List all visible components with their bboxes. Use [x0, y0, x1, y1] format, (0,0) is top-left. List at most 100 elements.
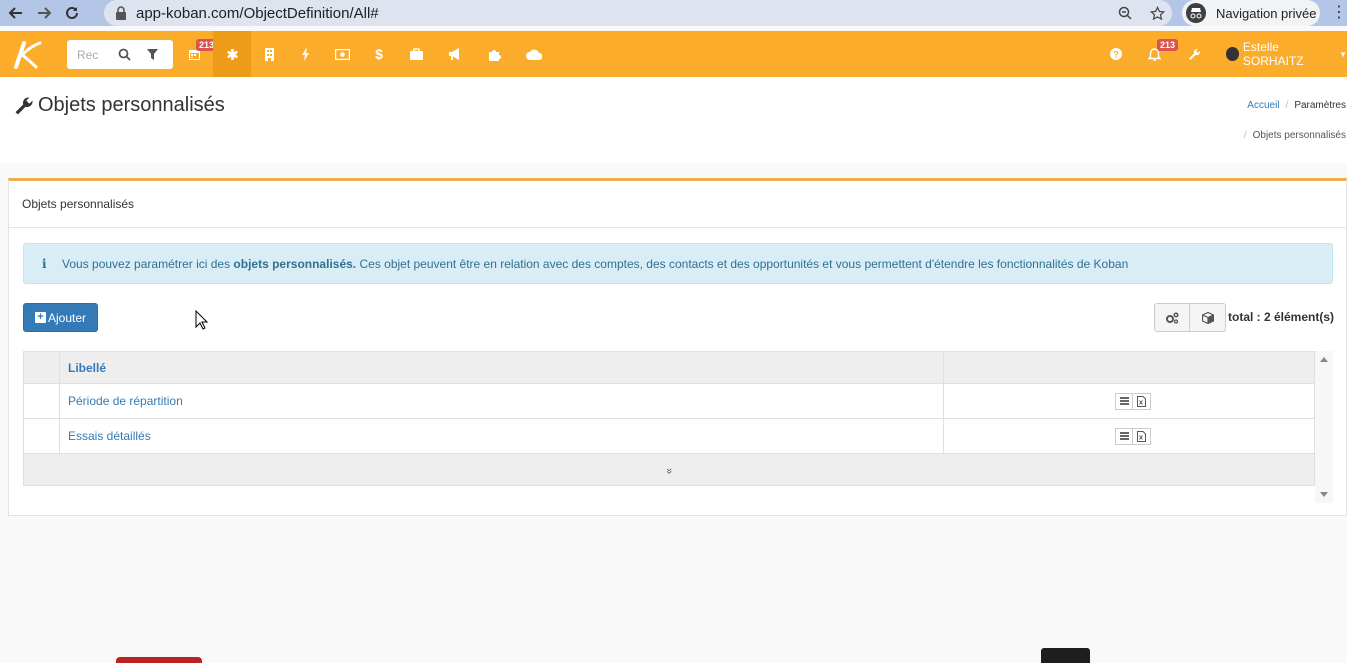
- megaphone-nav[interactable]: [437, 31, 473, 77]
- page-title-text: Objets personnalisés: [38, 94, 225, 116]
- table-scrollbar[interactable]: [1315, 351, 1333, 503]
- user-name: Estelle SORHAITZ: [1242, 40, 1304, 68]
- koban-logo[interactable]: [6, 37, 42, 71]
- panel-title: Objets personnalisés: [9, 181, 1346, 228]
- back-icon[interactable]: [4, 1, 28, 25]
- alert-text-pre: Vous pouvez paramétrer ici des: [62, 257, 234, 271]
- file-excel-icon: [1137, 430, 1146, 442]
- notifications-nav[interactable]: 213: [1136, 31, 1179, 77]
- file-excel-icon: [1137, 395, 1146, 407]
- excel-button[interactable]: [1133, 392, 1151, 410]
- calendar-nav[interactable]: 213: [176, 31, 218, 77]
- building-nav[interactable]: [251, 31, 287, 77]
- asterisk-icon: [226, 48, 238, 60]
- wrench-icon: [15, 96, 33, 114]
- forward-icon[interactable]: [32, 1, 56, 25]
- chevron-down-icon: ▼: [1339, 49, 1347, 59]
- taskbar-item[interactable]: [116, 657, 202, 663]
- filter-icon[interactable]: [141, 44, 163, 66]
- row-actions-cell: [943, 418, 1315, 454]
- add-button-label: Ajouter: [47, 310, 87, 325]
- building-icon: [264, 47, 274, 61]
- alert-text-post: Ces objet peuvent être en relation avec …: [356, 257, 1129, 271]
- export-button[interactable]: [1190, 303, 1226, 332]
- list-icon: [1119, 397, 1129, 405]
- svg-text:?: ?: [1113, 50, 1119, 60]
- mouse-cursor-icon: [195, 310, 208, 330]
- double-chevron-down-icon[interactable]: »: [663, 467, 675, 473]
- taskbar-item[interactable]: [1041, 648, 1090, 663]
- search-icon[interactable]: [113, 44, 135, 66]
- alert-text-bold: objets personnalisés.: [233, 257, 357, 271]
- search-input[interactable]: [77, 44, 107, 65]
- page-title: Objets personnalisés: [14, 94, 225, 117]
- table-header-row: Libellé: [23, 351, 1315, 384]
- row-label-link[interactable]: Période de répartition: [59, 383, 944, 419]
- app-navbar: 213 $ ? 213 Estelle SORHAITZ ▼: [0, 31, 1347, 77]
- configure-columns-button[interactable]: [1154, 303, 1190, 332]
- breadcrumb-current-line: / Objets personnalisés: [1244, 130, 1346, 141]
- settings-nav[interactable]: [213, 31, 251, 77]
- list-actions-group: [1154, 303, 1226, 332]
- header-blank: [23, 351, 60, 384]
- incognito-indicator[interactable]: Navigation privée: [1182, 0, 1320, 26]
- scroll-up-arrow[interactable]: [1320, 357, 1328, 362]
- bolt-icon: [301, 47, 309, 61]
- bolt-nav[interactable]: [287, 31, 323, 77]
- row-actions: [952, 427, 1314, 445]
- question-icon: ?: [1110, 48, 1122, 60]
- plus-square-icon: +: [34, 312, 46, 323]
- address-bar[interactable]: app-koban.com/ObjectDefinition/All#: [104, 0, 1172, 26]
- total-count: total : 2 élément(s): [1228, 310, 1335, 324]
- cloud-nav[interactable]: [516, 31, 552, 77]
- row-label-link[interactable]: Essais détaillés: [59, 418, 944, 454]
- dollar-nav[interactable]: $: [361, 31, 397, 77]
- gears-icon: [1166, 311, 1179, 324]
- breadcrumb: Accueil / Paramètres: [1247, 100, 1346, 111]
- excel-button[interactable]: [1133, 427, 1151, 445]
- list-button[interactable]: [1115, 392, 1133, 410]
- zoom-icon[interactable]: [1114, 2, 1136, 24]
- info-alert: i Vous pouvez paramétrer ici des objets …: [23, 243, 1333, 284]
- breadcrumb-params[interactable]: Paramètres: [1294, 100, 1346, 111]
- list-button[interactable]: [1115, 427, 1133, 445]
- incognito-label: Navigation privée: [1216, 5, 1317, 21]
- row-blank: [23, 383, 60, 419]
- row-actions-cell: [943, 383, 1315, 419]
- page-header: Objets personnalisés Accueil / Paramètres …: [0, 77, 1347, 163]
- info-icon: i: [42, 257, 47, 271]
- reload-icon[interactable]: [60, 1, 84, 25]
- alert-message: Vous pouvez paramétrer ici des objets pe…: [62, 257, 1128, 283]
- search-group: [67, 40, 173, 69]
- wrench-icon: [1188, 48, 1200, 60]
- banknote-icon: [334, 48, 350, 60]
- scroll-down-arrow[interactable]: [1320, 492, 1328, 497]
- bullhorn-icon: [449, 48, 459, 60]
- table-footer-row: »: [23, 453, 1315, 486]
- puzzle-icon: [488, 49, 501, 61]
- avatar: [1226, 47, 1239, 61]
- tools-nav[interactable]: [1176, 31, 1212, 77]
- plugin-nav[interactable]: [476, 31, 512, 77]
- breadcrumb-current: Objets personnalisés: [1252, 130, 1346, 141]
- row-blank: [23, 418, 60, 454]
- breadcrumb-separator: /: [1243, 130, 1247, 141]
- list-icon: [1119, 432, 1129, 440]
- row-actions: [952, 392, 1314, 410]
- browser-menu-icon[interactable]: ⋮: [1331, 3, 1347, 23]
- column-header-label[interactable]: Libellé: [59, 351, 944, 384]
- dollar-icon: $: [375, 46, 383, 62]
- cube-icon: [1201, 311, 1214, 324]
- expand-more-cell[interactable]: »: [23, 453, 1315, 486]
- help-nav[interactable]: ?: [1098, 31, 1134, 77]
- breadcrumb-home-link[interactable]: Accueil: [1247, 100, 1279, 111]
- notifications-badge: 213: [1157, 39, 1179, 51]
- bookmark-star-icon[interactable]: [1146, 2, 1168, 24]
- breadcrumb-separator: /: [1285, 100, 1289, 111]
- briefcase-nav[interactable]: [398, 31, 434, 77]
- user-menu[interactable]: Estelle SORHAITZ ▼: [1226, 31, 1347, 77]
- money-nav[interactable]: [324, 31, 360, 77]
- lock-icon: [116, 6, 126, 20]
- briefcase-icon: [409, 48, 423, 60]
- add-button[interactable]: + Ajouter: [23, 303, 98, 332]
